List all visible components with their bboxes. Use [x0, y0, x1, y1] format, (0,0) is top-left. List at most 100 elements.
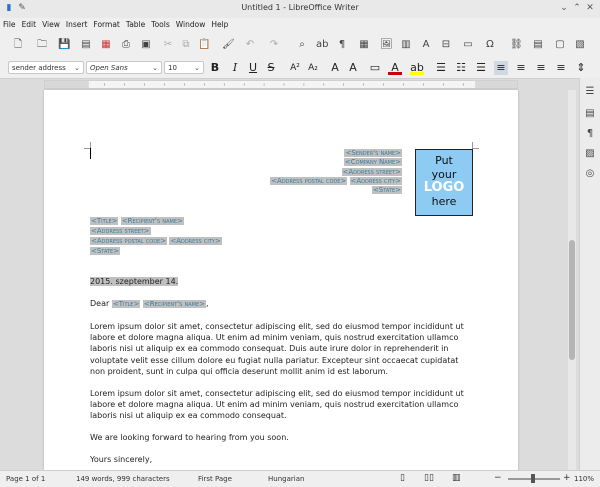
cut-icon[interactable]: ✂ — [162, 39, 174, 51]
styles-icon[interactable]: ¶ — [584, 128, 596, 140]
recipient-title-field[interactable]: <Title> — [90, 217, 119, 225]
date-field[interactable]: 2015. szeptember 14. — [90, 277, 179, 286]
save-icon[interactable]: 💾 — [58, 39, 70, 51]
formatting-marks-icon[interactable]: ¶ — [336, 39, 348, 51]
sender-postal-code-field[interactable]: <Address postal code> — [270, 176, 348, 185]
logo-text-line: Put — [435, 154, 453, 167]
font-color-icon[interactable]: A — [388, 61, 402, 75]
navigator-icon[interactable]: ◎ — [584, 168, 596, 180]
spelling-icon[interactable]: ab — [316, 39, 328, 51]
company-name-field[interactable]: <Company Name> — [343, 158, 402, 167]
menu-edit[interactable]: Edit — [19, 18, 40, 29]
language[interactable]: Hungarian — [268, 475, 304, 483]
properties-icon[interactable]: ▤ — [584, 108, 596, 120]
shadow-icon[interactable]: A — [328, 61, 342, 75]
track-changes-icon[interactable]: ▧ — [574, 39, 586, 51]
export-pdf-icon[interactable]: ▤ — [80, 39, 92, 51]
justify-icon[interactable]: ≡ — [554, 61, 568, 75]
superscript-icon[interactable]: A² — [288, 61, 302, 75]
recipient-street-field[interactable]: <Address street> — [90, 227, 151, 235]
find-replace-icon[interactable]: ⌕ — [296, 39, 308, 51]
align-center-icon[interactable]: ≡ — [514, 61, 528, 75]
recipient-postal-code-field[interactable]: <Address postal code> — [90, 237, 168, 245]
strikethrough-icon[interactable]: S — [264, 61, 278, 75]
clone-formatting-icon[interactable]: 🖌 — [222, 39, 235, 51]
highlight-icon[interactable]: ab — [410, 61, 424, 75]
bold-icon[interactable]: B — [208, 61, 222, 75]
paste-icon[interactable]: 📋 — [198, 39, 210, 51]
salutation-title-field[interactable]: <Title> — [111, 300, 141, 308]
zoom-slider-handle[interactable] — [531, 474, 535, 483]
undo-icon[interactable]: ↶ — [244, 39, 256, 51]
page-count[interactable]: Page 1 of 1 — [6, 475, 45, 483]
insert-textbox-icon[interactable]: A — [420, 39, 432, 51]
line-spacing-icon[interactable]: ⇕ — [574, 61, 588, 75]
menu-help[interactable]: Help — [208, 18, 231, 29]
subscript-icon[interactable]: A₂ — [306, 61, 320, 75]
sidebar-menu-icon[interactable]: ☰ — [584, 86, 596, 98]
sender-city-field[interactable]: <Address city> — [349, 176, 402, 185]
maximize-icon[interactable]: ⌃ — [572, 3, 582, 13]
print-icon[interactable]: ⎙ — [120, 39, 132, 51]
bullets-icon[interactable]: ☰ — [434, 61, 448, 75]
menu-window[interactable]: Window — [173, 18, 209, 29]
special-character-icon[interactable]: Ω — [484, 39, 496, 51]
numbering-icon[interactable]: ☷ — [454, 61, 468, 75]
font-size-select[interactable]: 10 ⌄ — [164, 61, 204, 74]
insert-chart-icon[interactable]: ▥ — [400, 39, 412, 51]
outline-list-icon[interactable]: ☰ — [474, 61, 488, 75]
sender-name-line: <Sender's name> — [270, 149, 402, 158]
salutation-name-field[interactable]: <Recipient's name> — [142, 300, 206, 308]
zoom-out-icon[interactable]: − — [494, 473, 502, 483]
menu-table[interactable]: Table — [123, 18, 148, 29]
recipient-name-field[interactable]: <Recipient's name> — [120, 217, 184, 225]
menu-view[interactable]: View — [39, 18, 63, 29]
word-count[interactable]: 149 words, 999 characters — [76, 475, 170, 483]
font-name-select[interactable]: Open Sans ⌄ — [86, 61, 162, 74]
menu-format[interactable]: Format — [90, 18, 122, 29]
minimize-icon[interactable]: ⌄ — [559, 3, 569, 13]
footnote-icon[interactable]: ▤ — [532, 39, 544, 51]
italic-icon[interactable]: I — [228, 61, 242, 75]
print-preview-icon[interactable]: ▣ — [140, 39, 152, 51]
paragraph-style-select[interactable]: sender address ⌄ — [8, 61, 84, 74]
redo-icon[interactable]: ↷ — [268, 39, 280, 51]
menu-insert[interactable]: Insert — [63, 18, 91, 29]
page-break-icon[interactable]: ⊟ — [440, 39, 452, 51]
sender-street-field[interactable]: <Address street> — [341, 167, 402, 176]
menu-tools[interactable]: Tools — [148, 18, 172, 29]
new-document-icon[interactable]: 🗋 — [12, 39, 24, 51]
align-left-icon[interactable]: ≡ — [494, 61, 508, 75]
hyperlink-icon[interactable]: ⛓ — [510, 39, 523, 51]
zoom-in-icon[interactable]: + — [563, 473, 571, 483]
recipient-state-field[interactable]: <State> — [90, 247, 121, 255]
horizontal-ruler[interactable] — [44, 80, 518, 89]
close-icon[interactable]: ✕ — [585, 3, 595, 13]
insert-field-icon[interactable]: ▭ — [462, 39, 474, 51]
standard-toolbar: 🗋 🗀 💾 ▤ ▦ ⎙ ▣ ✂ ⧉ 📋 🖌 ↶ ↷ ⌕ ab ¶ ▦ 🖼 ▥ A… — [0, 32, 600, 59]
zoom-level[interactable]: 110% — [574, 475, 594, 483]
document-page[interactable]: <Sender's name> <Company Name> <Address … — [44, 90, 518, 470]
underline-icon[interactable]: U — [246, 61, 260, 75]
sender-state-field[interactable]: <State> — [371, 186, 402, 195]
align-right-icon[interactable]: ≡ — [534, 61, 548, 75]
comment-icon[interactable]: ▢ — [554, 39, 566, 51]
logo-placeholder[interactable]: Put your LOGO here — [415, 149, 473, 216]
scrollbar-thumb[interactable] — [569, 240, 575, 360]
outline-icon[interactable]: A — [346, 61, 360, 75]
pdf-icon[interactable]: ▦ — [100, 39, 112, 51]
recipient-city-field[interactable]: <Address city> — [169, 237, 222, 245]
view-layout-icon[interactable]: ▯ — [400, 473, 405, 483]
book-view-icon[interactable]: ▥ — [452, 473, 461, 483]
clear-formatting-icon[interactable]: ▭ — [368, 61, 382, 75]
copy-icon[interactable]: ⧉ — [180, 39, 192, 51]
menu-file[interactable]: File — [0, 18, 19, 29]
open-folder-icon[interactable]: 🗀 — [36, 39, 48, 51]
multipage-view-icon[interactable]: ▯▯ — [424, 473, 434, 483]
insert-image-icon[interactable]: 🖼 — [380, 39, 393, 51]
vertical-scrollbar[interactable] — [568, 90, 576, 470]
insert-table-icon[interactable]: ▦ — [358, 39, 370, 51]
sender-name-field[interactable]: <Sender's name> — [344, 149, 402, 157]
page-style[interactable]: First Page — [198, 475, 232, 483]
gallery-icon[interactable]: ▨ — [584, 148, 596, 160]
